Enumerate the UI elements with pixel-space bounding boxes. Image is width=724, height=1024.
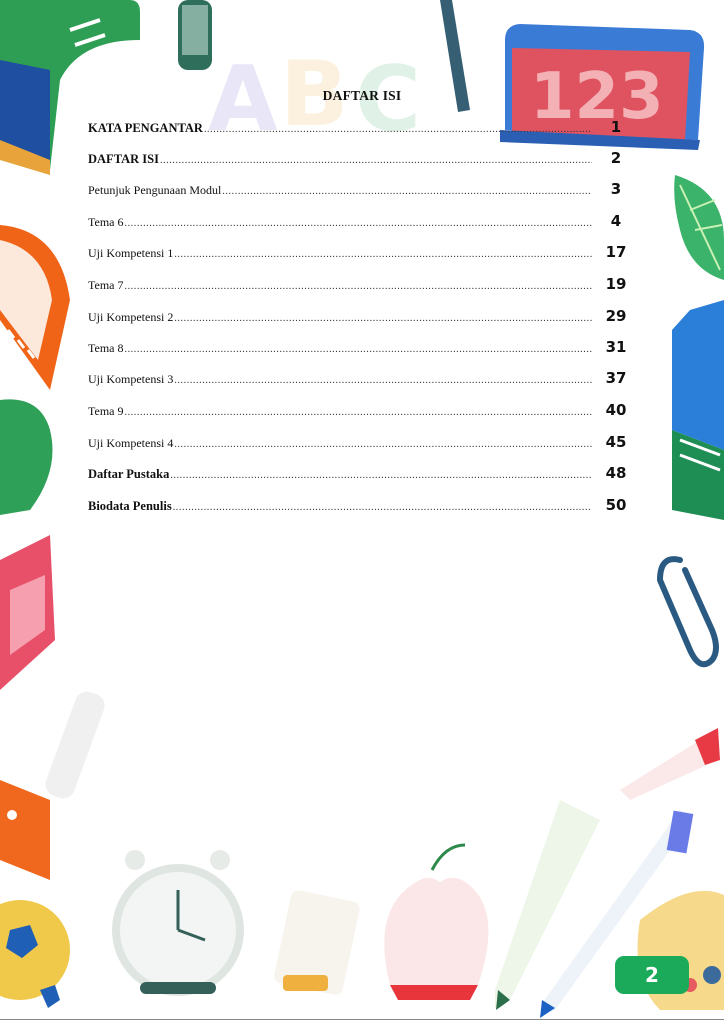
toc-entry[interactable]: Petunjuk Pengunaan Modul................…: [88, 180, 636, 200]
page-title: DAFTAR ISI: [322, 88, 402, 103]
page-number: 2: [645, 963, 659, 987]
book-icon: [672, 300, 724, 520]
toc-leader-dots: ........................................…: [124, 218, 592, 229]
toc-entry[interactable]: Tema 6..................................…: [88, 212, 636, 232]
toc-entry-label: Uji Kompetensi 1: [88, 246, 174, 260]
toc-entry-page: 3: [610, 180, 622, 198]
toc-leader-dots: ........................................…: [174, 313, 592, 324]
toc-entry-page: 4: [610, 212, 622, 230]
toc-leader-dots: ........................................…: [172, 502, 592, 513]
leaf-icon: [674, 175, 724, 280]
toc-entry[interactable]: Uji Kompetensi 2........................…: [88, 307, 636, 327]
toc-entry-page: 17: [605, 243, 627, 261]
toc-entry[interactable]: Tema 9..................................…: [88, 401, 636, 421]
left-leaf-icon: [0, 399, 53, 515]
toc-entry[interactable]: Uji Kompetensi 4........................…: [88, 433, 636, 453]
toc-entry-label: Tema 6: [88, 215, 124, 229]
toc-leader-dots: ........................................…: [124, 407, 592, 418]
toc-entry[interactable]: Uji Kompetensi 3........................…: [88, 369, 636, 389]
toc-leader-dots: ........................................…: [159, 155, 592, 166]
toc-entry[interactable]: Uji Kompetensi 1........................…: [88, 243, 636, 263]
toc-entry-label: Tema 7: [88, 278, 124, 292]
toc-leader-dots: ........................................…: [124, 344, 592, 355]
toc-entry[interactable]: Tema 7..................................…: [88, 275, 636, 295]
paperclip-icon: [656, 556, 719, 668]
orange-tag-icon: [0, 780, 50, 880]
apple-icon: [384, 843, 489, 1000]
toc-entry-label: Tema 9: [88, 404, 124, 418]
toc-entry[interactable]: Biodata Penulis.........................…: [88, 496, 636, 516]
bottom-divider: [0, 1019, 724, 1020]
toc-entry-label: KATA PENGANTAR: [88, 121, 203, 135]
toc-entry-page: 37: [605, 369, 627, 387]
toc-leader-dots: ........................................…: [170, 470, 592, 481]
toc-entry[interactable]: DAFTAR ISI..............................…: [88, 149, 636, 169]
toc-leader-dots: ........................................…: [203, 124, 592, 135]
toc-entry-page: 40: [605, 401, 627, 419]
toc-entry-page: 29: [605, 307, 627, 325]
alarm-clock-icon: [112, 850, 244, 996]
toc-leader-dots: ........................................…: [174, 249, 592, 260]
toc-entry-page: 1: [610, 118, 622, 136]
triangle-ruler-icon: [0, 535, 55, 690]
toc-entry-label: DAFTAR ISI: [88, 152, 159, 166]
toc-entry[interactable]: KATA PENGANTAR..........................…: [88, 118, 636, 138]
toc-entry-label: Daftar Pustaka: [88, 467, 170, 481]
toc-entry-label: Tema 8: [88, 341, 124, 355]
page-number-badge: 2: [615, 956, 689, 994]
toc-leader-dots: ........................................…: [124, 281, 592, 292]
pencil-bottom-icon: [495, 800, 600, 1008]
toc-leader-dots: ........................................…: [222, 186, 592, 197]
toc-entry-page: 50: [605, 496, 627, 514]
toc-entry[interactable]: Daftar Pustaka..........................…: [88, 464, 636, 484]
soccer-ball-icon: [0, 900, 70, 1008]
toc-entry-page: 19: [605, 275, 627, 293]
toc-entry-page: 2: [610, 149, 622, 167]
table-of-contents: DAFTAR ISI KATA PENGANTAR...............…: [88, 88, 636, 514]
toc-entry[interactable]: Tema 8..................................…: [88, 338, 636, 358]
toc-entry-label: Uji Kompetensi 4: [88, 436, 174, 450]
toc-entry-label: Uji Kompetensi 2: [88, 310, 174, 324]
toc-leader-dots: ........................................…: [174, 439, 592, 450]
document-page: A B C 123 DAFTAR ISI KATA PENGANTAR ....…: [0, 0, 724, 1024]
toc-entry-label: Petunjuk Pengunaan Modul: [88, 183, 222, 197]
toc-entry-label: Biodata Penulis: [88, 499, 172, 513]
toc-leader-dots: ........................................…: [174, 375, 592, 386]
toc-entry-page: 45: [605, 433, 627, 451]
toc-entry-page: 48: [605, 464, 627, 482]
toc-entry-label: Uji Kompetensi 3: [88, 372, 174, 386]
toc-entry-page: 31: [605, 338, 627, 356]
ruler-icon: [0, 225, 70, 390]
